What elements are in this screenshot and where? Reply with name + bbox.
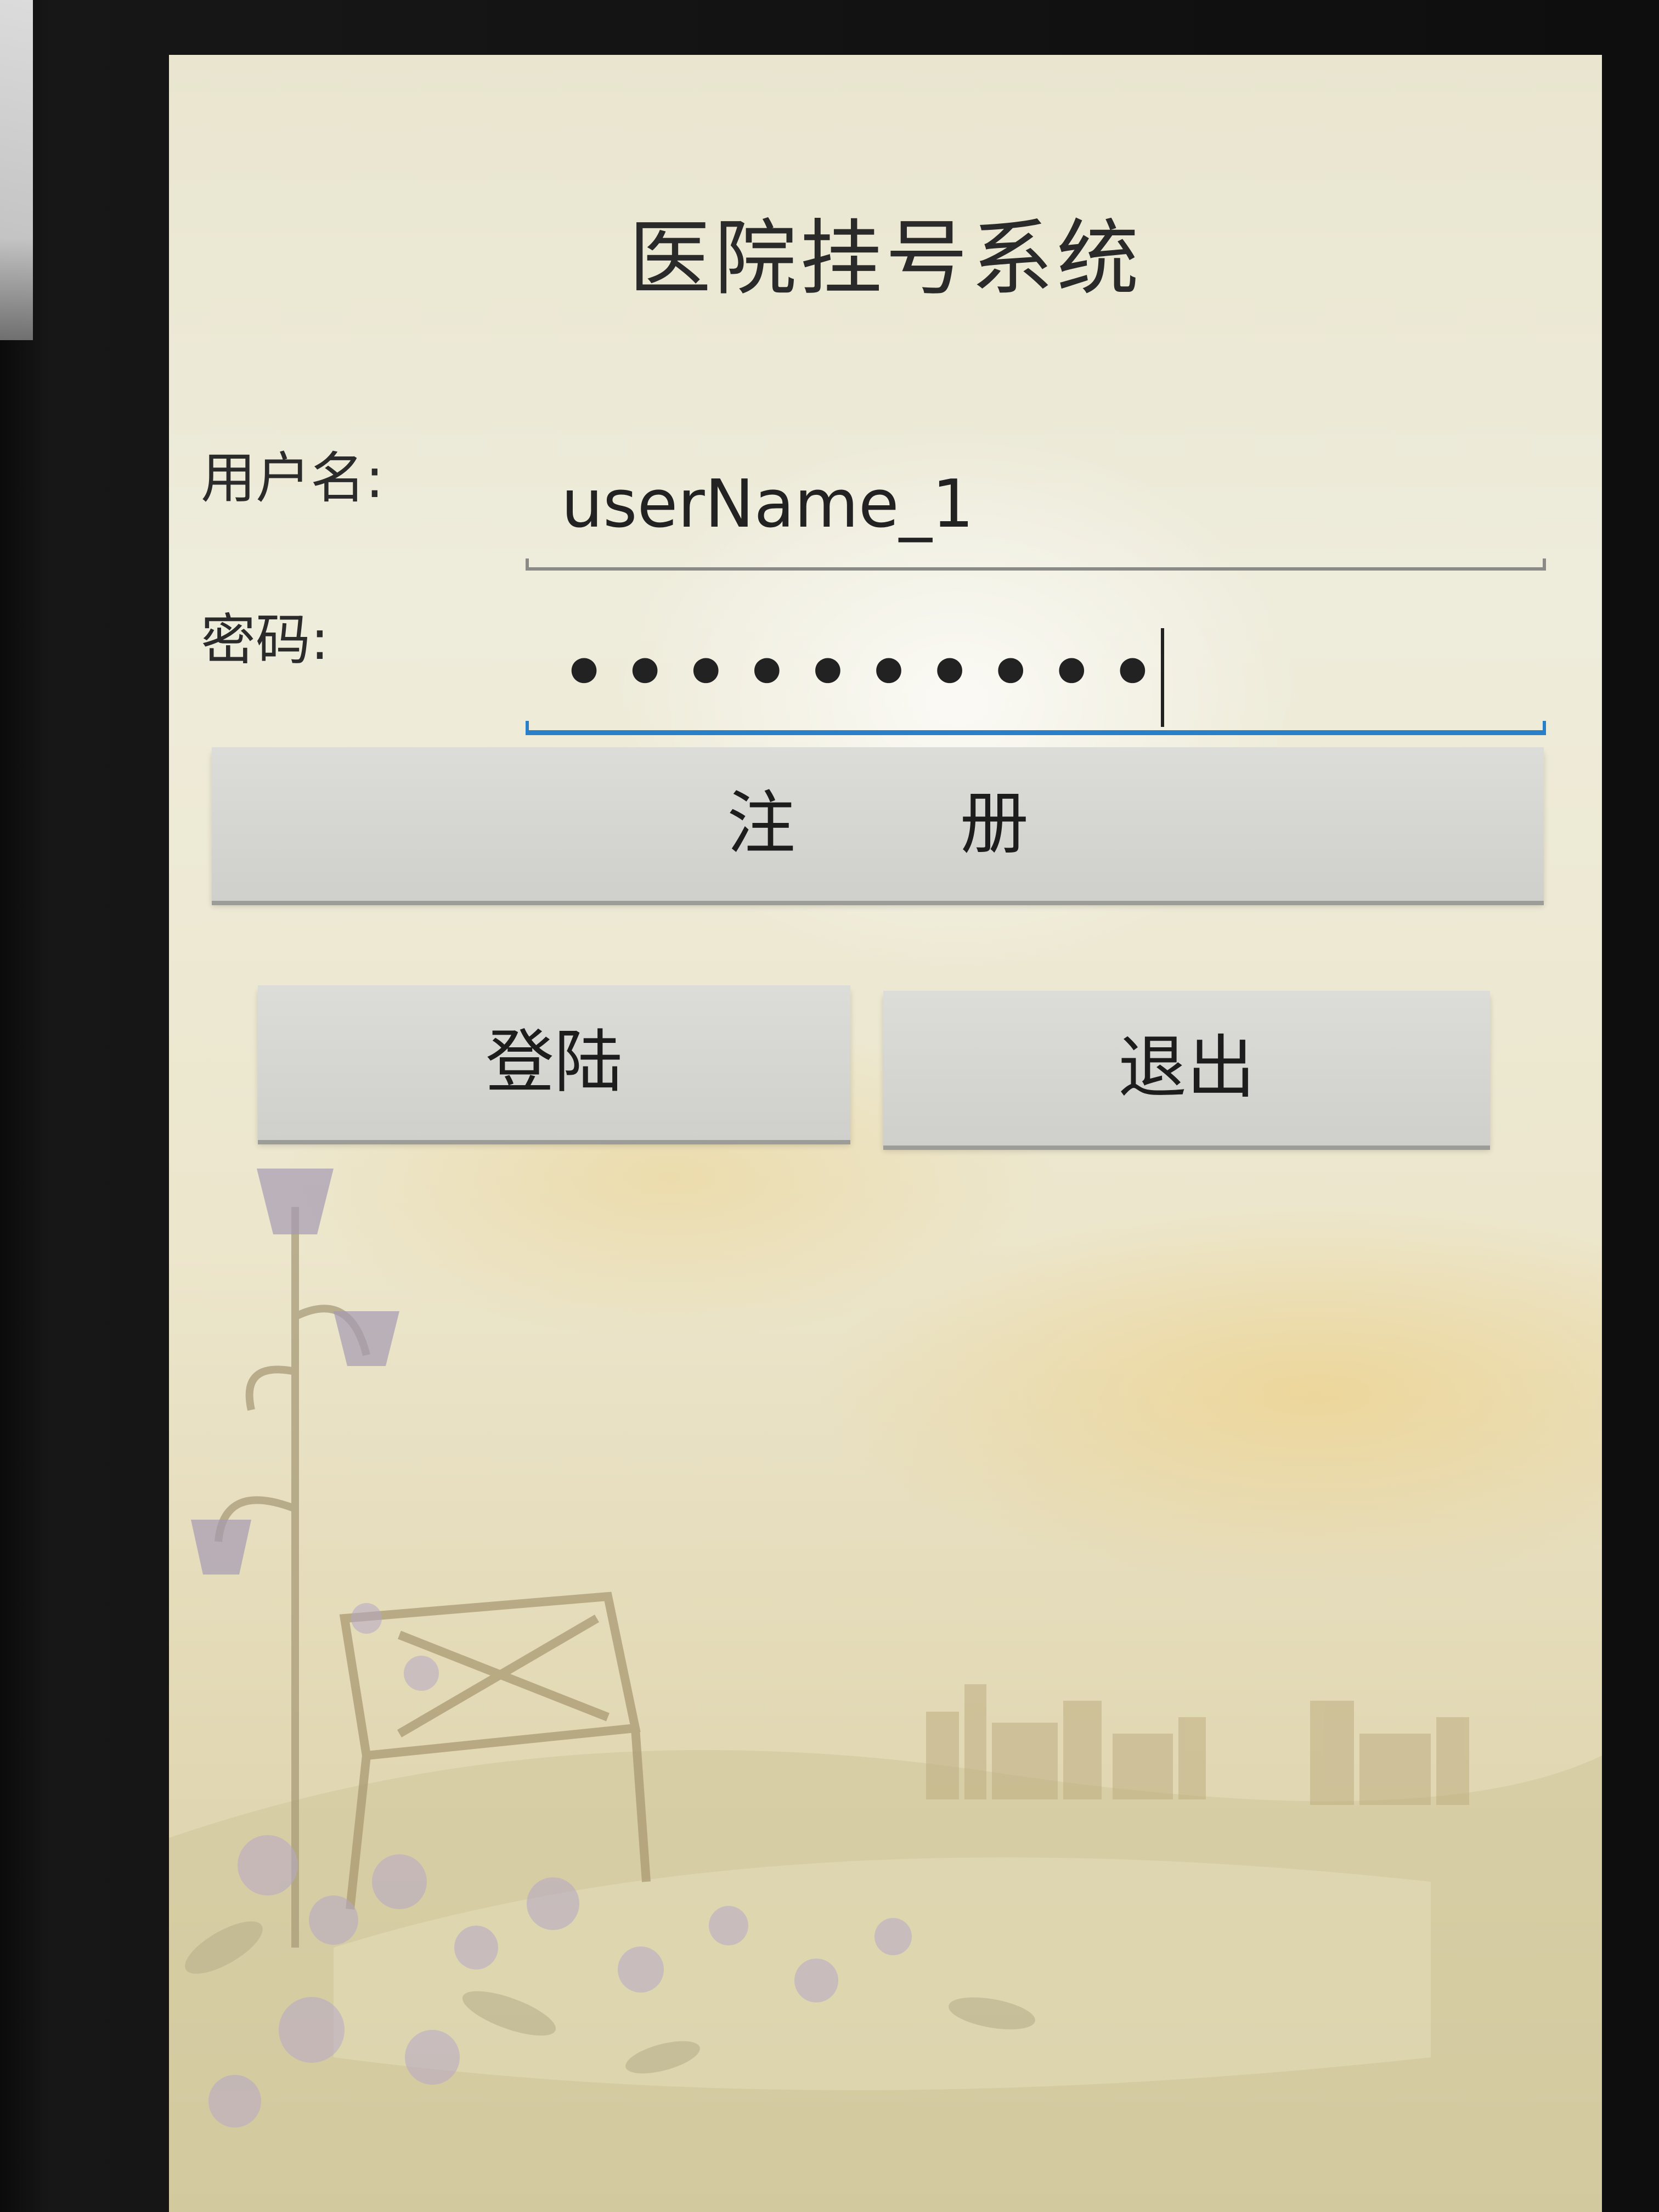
username-underline — [526, 558, 1546, 571]
background-illustration — [169, 1169, 1602, 2212]
register-button[interactable]: 注册 — [212, 747, 1544, 901]
exit-button[interactable]: 退出 — [883, 991, 1490, 1146]
username-label: 用户名: — [201, 446, 384, 510]
password-underline-focused — [526, 721, 1546, 735]
password-label: 密码: — [201, 608, 329, 672]
app-title: 医院挂号系统 — [628, 211, 1142, 307]
photo-background: 医院挂号系统 用户名: userName_1 密码: •••••••••• 注册… — [0, 0, 1659, 2212]
glare-strip — [0, 0, 33, 340]
password-dots: •••••••••• — [561, 630, 1171, 714]
username-value: userName_1 — [561, 466, 974, 543]
city-skyline — [926, 1684, 1469, 1805]
text-caret — [1160, 628, 1164, 727]
phone-screen: 医院挂号系统 用户名: userName_1 密码: •••••••••• 注册… — [169, 55, 1602, 2212]
login-button[interactable]: 登陆 — [258, 985, 850, 1140]
password-input[interactable]: •••••••••• — [526, 628, 1546, 735]
password-value: •••••••••• — [561, 628, 1171, 727]
username-input[interactable]: userName_1 — [526, 466, 1546, 571]
